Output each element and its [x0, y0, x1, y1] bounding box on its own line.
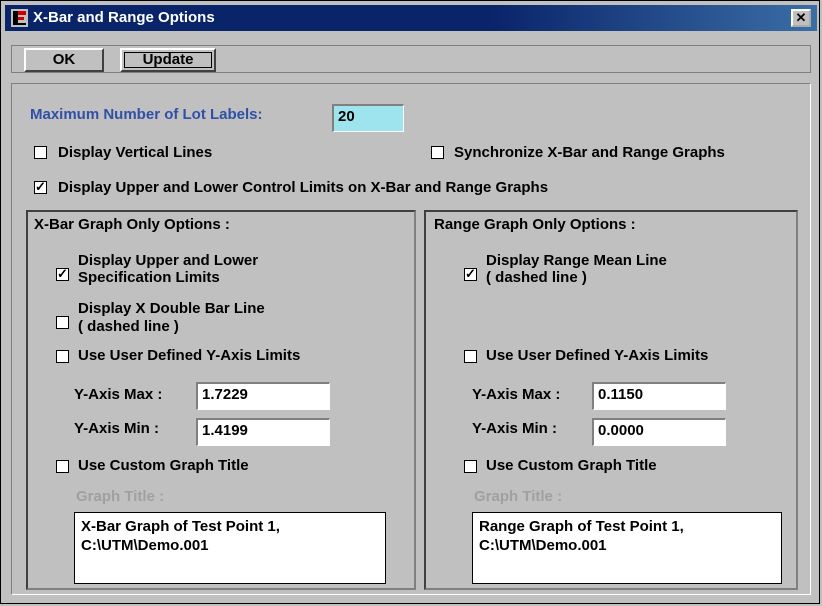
close-icon: ✕: [795, 10, 807, 25]
title-bar[interactable]: X-Bar and Range Options ✕: [5, 5, 817, 31]
range-y-min-input[interactable]: 0.0000: [592, 418, 726, 446]
max-lot-labels-label: Maximum Number of Lot Labels:: [30, 106, 263, 123]
display-control-limits-checkbox[interactable]: [34, 179, 47, 195]
xbar-options-group: X-Bar Graph Only Options : Display Upper…: [26, 210, 416, 590]
double-bar-label-line2: ( dashed line ): [78, 318, 179, 335]
range-graph-title-line1: Range Graph of Test Point 1,: [479, 518, 684, 535]
display-vertical-lines-label: Display Vertical Lines: [58, 144, 213, 161]
synchronize-label: Synchronize X-Bar and Range Graphs: [454, 144, 725, 161]
range-options-group: Range Graph Only Options : Display Range…: [424, 210, 798, 590]
range-custom-title-checkbox[interactable]: [464, 460, 477, 473]
xbar-user-y-limits-checkbox[interactable]: [56, 350, 69, 363]
display-control-limits-label: Display Upper and Lower Control Limits o…: [58, 179, 549, 196]
button-bar: OK Update: [11, 45, 811, 73]
range-y-min-label: Y-Axis Min :: [472, 420, 558, 437]
app-icon: [11, 9, 28, 27]
range-mean-line-label-line2: ( dashed line ): [486, 269, 587, 286]
ok-button[interactable]: OK: [24, 48, 104, 72]
display-vertical-lines-checkbox[interactable]: [34, 146, 47, 159]
xbar-graph-title-label: Graph Title :: [76, 488, 165, 505]
range-user-y-limits-label: Use User Defined Y-Axis Limits: [486, 347, 709, 364]
range-group-header: Range Graph Only Options :: [434, 216, 636, 233]
max-lot-labels-input[interactable]: 20: [332, 104, 404, 132]
close-button[interactable]: ✕: [791, 9, 811, 27]
options-group: Maximum Number of Lot Labels: 20 Display…: [11, 83, 811, 595]
xbar-user-y-limits-label: Use User Defined Y-Axis Limits: [78, 347, 301, 364]
xbar-graph-title-textarea[interactable]: X-Bar Graph of Test Point 1, C:\UTM\Demo…: [74, 512, 386, 584]
spec-limits-label-line2: Specification Limits: [78, 269, 220, 286]
synchronize-checkbox[interactable]: [431, 146, 444, 159]
range-mean-line-label-line1: Display Range Mean Line: [486, 252, 667, 269]
xbar-y-max-input[interactable]: 1.7229: [196, 382, 330, 410]
double-bar-label-line1: Display X Double Bar Line: [78, 300, 265, 317]
double-bar-checkbox[interactable]: [56, 316, 69, 329]
xbar-y-min-input[interactable]: 1.4199: [196, 418, 330, 446]
xbar-graph-title-line2: C:\UTM\Demo.001: [81, 537, 209, 554]
range-mean-line-checkbox[interactable]: [464, 266, 477, 282]
options-dialog: X-Bar and Range Options ✕ OK Update Maxi…: [0, 0, 820, 604]
range-y-max-input[interactable]: 0.1150: [592, 382, 726, 410]
xbar-y-max-label: Y-Axis Max :: [74, 386, 163, 403]
window-title: X-Bar and Range Options: [33, 9, 215, 26]
xbar-custom-title-label: Use Custom Graph Title: [78, 457, 249, 474]
update-button[interactable]: Update: [120, 48, 216, 72]
range-graph-title-label: Graph Title :: [474, 488, 563, 505]
xbar-custom-title-checkbox[interactable]: [56, 460, 69, 473]
spec-limits-checkbox[interactable]: [56, 266, 69, 282]
xbar-y-min-label: Y-Axis Min :: [74, 420, 160, 437]
range-graph-title-line2: C:\UTM\Demo.001: [479, 537, 607, 554]
spec-limits-label-line1: Display Upper and Lower: [78, 252, 259, 269]
range-user-y-limits-checkbox[interactable]: [464, 350, 477, 363]
xbar-group-header: X-Bar Graph Only Options :: [34, 216, 230, 233]
range-graph-title-textarea[interactable]: Range Graph of Test Point 1, C:\UTM\Demo…: [472, 512, 782, 584]
xbar-graph-title-line1: X-Bar Graph of Test Point 1,: [81, 518, 280, 535]
range-y-max-label: Y-Axis Max :: [472, 386, 561, 403]
range-custom-title-label: Use Custom Graph Title: [486, 457, 657, 474]
